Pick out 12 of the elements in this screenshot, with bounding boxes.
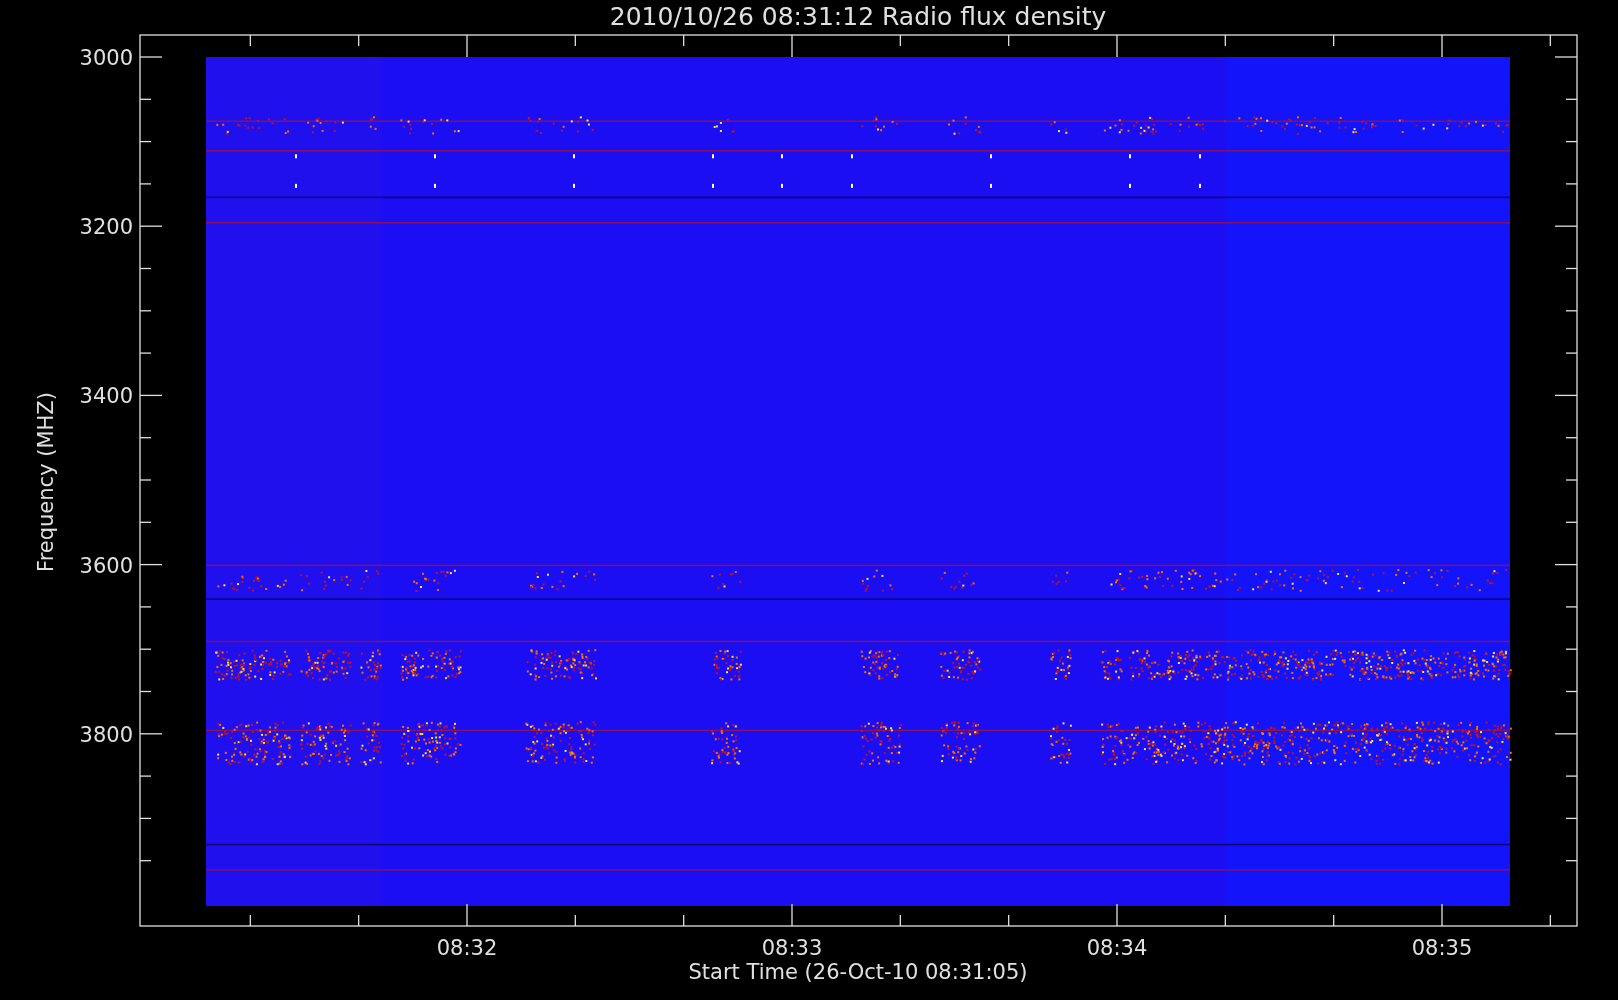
y-axis-label: Frequency (MHZ) bbox=[34, 392, 58, 572]
x-tick-label: 08:33 bbox=[761, 936, 823, 960]
y-tick-label: 3400 bbox=[79, 384, 133, 409]
plot-title: 2010/10/26 08:31:12 Radio flux density bbox=[609, 2, 1107, 31]
x-tick-label: 08:32 bbox=[436, 936, 498, 960]
x-axis-label: Start Time (26-Oct-10 08:31:05) bbox=[688, 960, 1028, 984]
y-tick-label: 3000 bbox=[79, 46, 133, 70]
y-tick-label: 3600 bbox=[79, 553, 133, 578]
x-tick-label: 08:35 bbox=[1411, 936, 1473, 960]
x-tick-label: 08:34 bbox=[1086, 936, 1148, 960]
y-tick-label: 3200 bbox=[79, 215, 133, 240]
y-tick-label: 3800 bbox=[79, 722, 133, 747]
